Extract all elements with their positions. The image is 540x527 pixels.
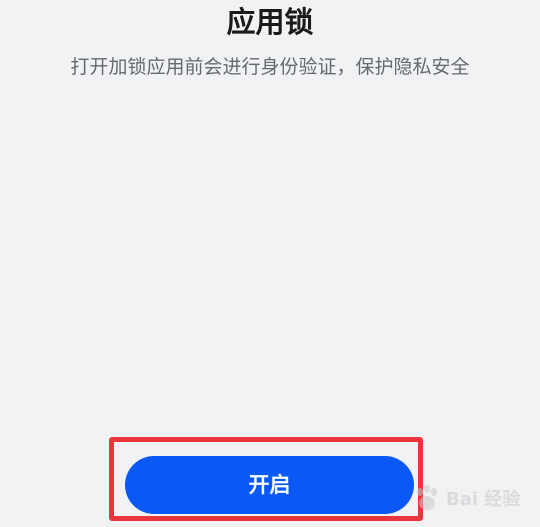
paw-logo-icon [417, 485, 437, 510]
watermark: Bai 经验 [412, 478, 532, 518]
watermark-text: Bai 经验 [446, 489, 521, 510]
page-subtitle: 打开加锁应用前会进行身份验证，保护隐私安全 [70, 56, 470, 78]
enable-button[interactable]: 开启 [125, 456, 414, 514]
app-lock-screen: 应用锁 打开加锁应用前会进行身份验证，保护隐私安全 开启 Bai 经验 [0, 0, 540, 527]
page-title: 应用锁 [226, 5, 314, 39]
